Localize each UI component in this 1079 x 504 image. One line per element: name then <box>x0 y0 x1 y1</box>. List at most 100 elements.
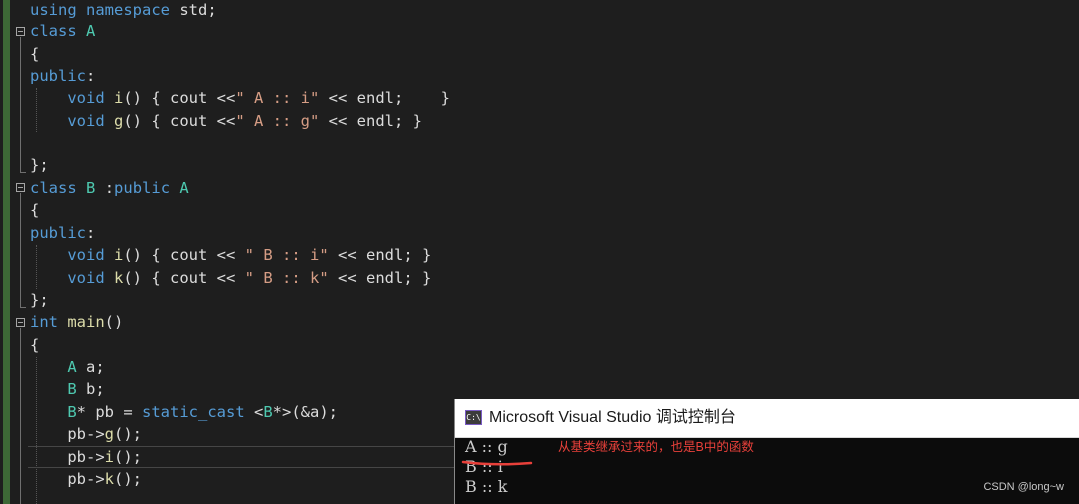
code-token: pb-> <box>30 448 105 466</box>
code-token: g <box>114 112 124 130</box>
code-token: << endl; } <box>319 112 422 130</box>
annotation-underline <box>461 460 533 466</box>
code-token: (); <box>114 448 142 466</box>
console-title: Microsoft Visual Studio 调试控制台 <box>489 409 736 426</box>
code-line[interactable]: public: <box>30 65 95 87</box>
code-line[interactable]: }; <box>30 154 49 176</box>
code-token: B <box>263 403 273 421</box>
code-token: << endl; } <box>328 246 432 264</box>
code-token: B <box>86 179 96 197</box>
code-token: " B :: k" <box>244 269 329 287</box>
code-token: static_cast <box>142 403 245 421</box>
code-token: << endl; } <box>319 89 450 107</box>
code-token: b; <box>76 380 105 398</box>
code-token: () { cout << <box>123 246 245 264</box>
console-output-line: B :: k <box>465 477 508 496</box>
code-token: << endl; } <box>328 269 432 287</box>
code-token: " A :: i" <box>235 89 320 107</box>
code-token: { <box>30 336 40 354</box>
code-line[interactable]: { <box>30 199 39 221</box>
console-app-icon: C:\ <box>465 410 482 425</box>
code-token: " A :: g" <box>235 112 320 130</box>
code-token: pb-> <box>30 425 105 443</box>
debug-console-window[interactable]: C:\ Microsoft Visual Studio 调试控制台 A :: g… <box>454 399 1079 504</box>
code-line[interactable]: public: <box>30 222 95 244</box>
code-token: B <box>67 380 77 398</box>
code-token: (); <box>114 470 142 488</box>
code-token: main <box>67 313 105 331</box>
code-token: () { cout << <box>123 269 245 287</box>
code-token: public <box>30 67 86 85</box>
code-token: std; <box>170 1 217 19</box>
code-line[interactable]: }; <box>30 289 49 311</box>
code-token: *>(&a); <box>272 403 338 421</box>
code-token: < <box>244 403 264 421</box>
code-token: k <box>114 269 124 287</box>
code-token: void <box>67 112 105 130</box>
code-token: () { cout << <box>123 89 236 107</box>
code-line[interactable]: class B :public A <box>30 177 189 199</box>
code-token: }; <box>30 291 49 309</box>
code-token: A <box>67 358 77 376</box>
code-line[interactable]: A a; <box>30 356 105 378</box>
code-token: : <box>86 224 96 242</box>
code-token: () { cout << <box>123 112 236 130</box>
code-token: a; <box>76 358 105 376</box>
code-token: " B :: i" <box>244 246 329 264</box>
code-token: * pb = <box>76 403 142 421</box>
code-line[interactable]: B b; <box>30 378 105 400</box>
code-token: (); <box>114 425 142 443</box>
code-token: : <box>86 67 96 85</box>
code-token: class <box>30 22 77 40</box>
code-token: void <box>67 89 105 107</box>
code-token: { <box>30 201 40 219</box>
code-token: A <box>179 179 189 197</box>
code-line[interactable]: void g() { cout <<" A :: g" << endl; } <box>30 110 422 132</box>
code-line[interactable]: pb->g(); <box>30 423 142 445</box>
code-line[interactable]: void i() { cout << " B :: i" << endl; } <box>30 244 431 266</box>
console-output[interactable]: A :: g B :: i B :: k 从基类继承过来的，也是B中的函数 CS… <box>455 437 1079 504</box>
code-token: A <box>86 22 96 40</box>
code-line[interactable]: void k() { cout << " B :: k" << endl; } <box>30 267 431 289</box>
code-line[interactable]: class A <box>30 20 95 42</box>
code-line[interactable]: pb->i(); <box>30 446 142 468</box>
code-line[interactable]: using namespace std; <box>30 0 217 21</box>
code-line[interactable]: pb->k(); <box>30 468 142 490</box>
code-token: class <box>30 179 77 197</box>
code-token: int <box>30 313 58 331</box>
code-token: i <box>114 246 124 264</box>
code-token: pb-> <box>30 470 105 488</box>
code-token: namespace <box>86 1 171 19</box>
code-line[interactable]: B* pb = static_cast <B*>(&a); <box>30 401 338 423</box>
code-token: k <box>104 470 114 488</box>
code-token: void <box>67 246 105 264</box>
code-token: public <box>30 224 86 242</box>
code-token: i <box>114 89 124 107</box>
code-line[interactable]: void i() { cout <<" A :: i" << endl; } <box>30 87 450 109</box>
code-token: { <box>30 45 40 63</box>
code-token: void <box>67 269 105 287</box>
code-token: B <box>67 403 77 421</box>
console-titlebar[interactable]: C:\ Microsoft Visual Studio 调试控制台 <box>455 399 1079 438</box>
code-line[interactable]: { <box>30 43 39 65</box>
watermark: CSDN @long~w <box>983 481 1064 493</box>
code-token: i <box>104 448 114 466</box>
code-token: () <box>104 313 124 331</box>
code-token: : <box>95 179 115 197</box>
code-line[interactable]: { <box>30 334 39 356</box>
code-line[interactable]: int main() <box>30 311 123 333</box>
